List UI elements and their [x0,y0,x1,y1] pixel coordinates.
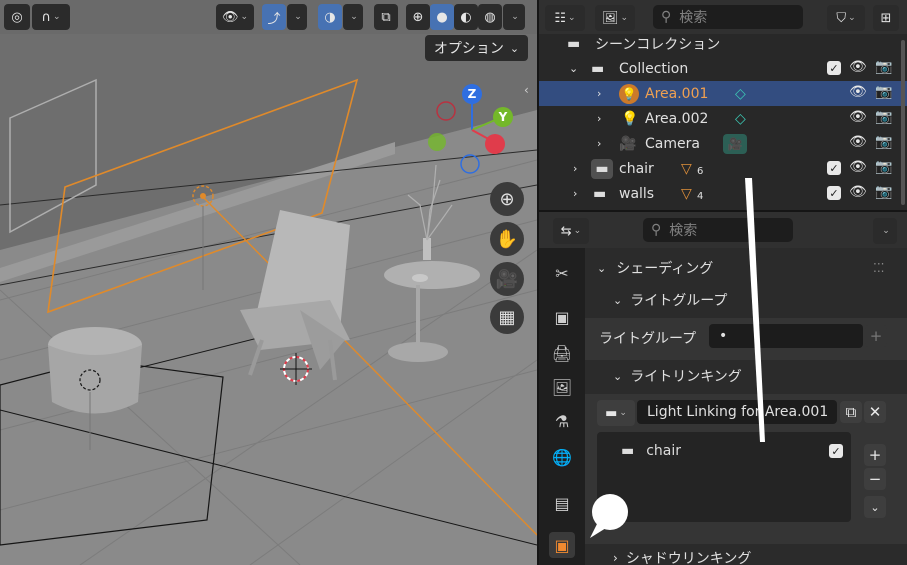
drag-overlay [590,178,765,538]
blender-window: ◎ ∩ ⌄ 👁 ⌄ ⤴ ⌄ ◑ ⌄ ⧉ ⊕ ● ◐ ◍ ⌄ オプション ⌄ ‹ Z … [0,0,907,565]
